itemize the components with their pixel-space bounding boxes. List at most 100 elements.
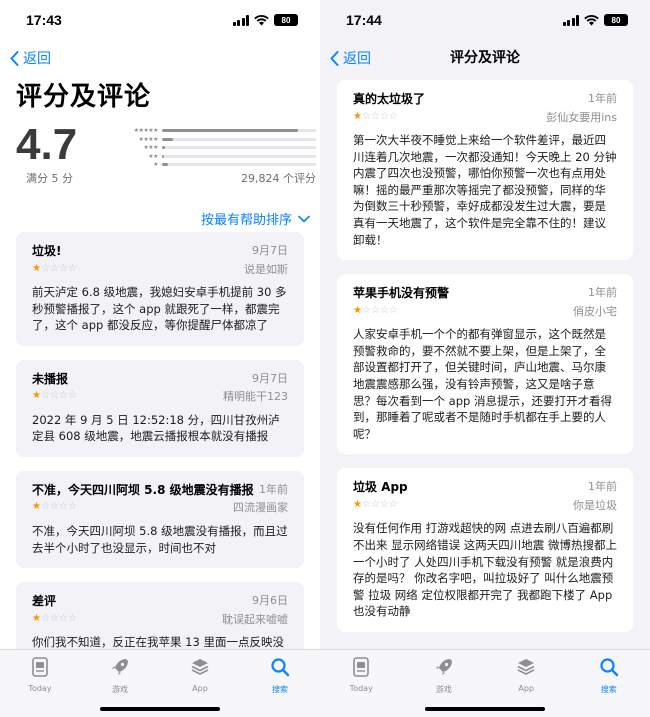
chevron-left-icon	[10, 50, 19, 66]
nav-bar: 返回 评分及评论	[320, 40, 650, 74]
review-card[interactable]: 垃圾 App 1年前 ★ ☆ ☆ ☆ ☆ 你是垃圾 没有任何作用 打游戏超快的网 点进去刷八百遍…	[337, 468, 633, 632]
review-header: 真的太垃圾了 1年前	[353, 90, 617, 107]
review-author: 说是如斯	[244, 262, 288, 276]
star-filled-icon: ★	[32, 612, 41, 624]
star-empty-icon: ☆	[361, 304, 371, 316]
review-date: 9月7日	[252, 371, 288, 385]
star-empty-icon: ☆	[67, 262, 77, 274]
star-empty-icon: ☆	[40, 501, 50, 513]
back-button[interactable]: 返回	[10, 48, 51, 68]
tab-label: 游戏	[435, 685, 452, 694]
rating-out-of: 满分 5 分	[26, 172, 73, 185]
review-author: 耽误起来嘘嘘	[222, 612, 288, 626]
wifi-icon	[584, 14, 599, 25]
review-stars: ★ ☆ ☆ ☆ ☆	[353, 111, 398, 123]
rating-bar-track	[162, 163, 316, 166]
review-author: 俏皮小宅	[573, 304, 617, 318]
star-empty-icon: ☆	[58, 262, 68, 274]
status-bar: 17:43 80	[0, 0, 320, 40]
tab-bar: Today 游戏 App 搜索	[320, 649, 650, 717]
review-title: 垃圾!	[32, 244, 62, 258]
review-meta: ★ ☆ ☆ ☆ ☆ 四流漫画家	[32, 500, 288, 515]
battery-icon: 80	[274, 14, 298, 26]
rating-score: 4.7	[16, 120, 78, 169]
rating-bar-track	[162, 129, 316, 132]
review-date: 1年前	[259, 482, 288, 496]
star-empty-icon: ☆	[58, 612, 68, 624]
rating-bar-row: ★	[126, 161, 316, 168]
review-date: 9月7日	[252, 244, 288, 257]
review-header: 垃圾 App 1年前	[353, 478, 617, 495]
back-label: 返回	[23, 51, 51, 67]
review-card[interactable]: 垃圾! 9月7日 ★ ☆ ☆ ☆ ☆ 说是如斯 前天泸定 6.8 级地震，我媳妇安卓手机提前 3…	[16, 232, 304, 346]
rating-bar-row: ★★★★★	[126, 127, 316, 134]
rocket-icon	[433, 656, 455, 682]
review-date: 1年前	[588, 92, 617, 105]
review-stars: ★ ☆ ☆ ☆ ☆	[32, 390, 77, 402]
star-empty-icon: ☆	[40, 262, 50, 274]
search-icon	[598, 656, 620, 682]
review-stars: ★ ☆ ☆ ☆ ☆	[353, 305, 398, 317]
star-empty-icon: ☆	[388, 110, 398, 122]
rating-bar-row: ★★	[126, 153, 316, 160]
review-stars: ★ ☆ ☆ ☆ ☆	[353, 499, 398, 511]
review-card[interactable]: 不准，今天四川阿坝 5.8 级地震没有播报 1年前 ★ ☆ ☆ ☆ ☆ 四流漫画家 不准，今天四…	[16, 470, 304, 569]
tab-label: 游戏	[112, 685, 128, 694]
rating-bar-stars-icon: ★★★	[143, 144, 158, 151]
star-empty-icon: ☆	[49, 501, 59, 513]
cellular-signal-icon	[562, 14, 579, 26]
tab-搜索[interactable]: 搜索	[579, 656, 639, 717]
tab-today[interactable]: Today	[10, 656, 70, 717]
review-title: 差评	[32, 594, 57, 609]
home-indicator	[425, 707, 545, 711]
review-title: 苹果手机没有预警	[353, 286, 450, 301]
review-header: 差评 9月6日	[32, 592, 288, 609]
review-card[interactable]: 未播报 9月7日 ★ ☆ ☆ ☆ ☆ 精明能干123 2022 年 9 月 5 日 12:52:…	[16, 359, 304, 457]
star-empty-icon: ☆	[370, 304, 380, 316]
sort-button[interactable]: 按最有帮助排序	[201, 209, 310, 228]
review-body: 不准，今天四川阿坝 5.8 级地震没有播报，而且过去半个小时了也没显示，时间也不…	[32, 523, 288, 555]
star-filled-icon: ★	[32, 262, 41, 274]
review-meta: ★ ☆ ☆ ☆ ☆ 彭仙女要用ins	[353, 109, 617, 124]
star-empty-icon: ☆	[49, 612, 59, 624]
chevron-down-icon	[298, 215, 310, 222]
review-body: 没有任何作用 打游戏超快的网 点进去刷八百遍都刷不出来 显示网络错误 这两天四川…	[353, 521, 617, 619]
rating-bar-stars-icon: ★★★★	[138, 135, 158, 143]
star-empty-icon: ☆	[388, 498, 398, 510]
battery-icon: 80	[604, 14, 628, 26]
review-body: 第一次大半夜不睡觉上来给一个软件差评，最近四川连着几次地震，一次都没通知！今天晚…	[353, 133, 617, 247]
review-list: 真的太垃圾了 1年前 ★ ☆ ☆ ☆ ☆ 彭仙女要用ins 第一次大半夜不睡觉上来给一个软件差评…	[337, 80, 633, 646]
apps-stack-icon	[515, 656, 537, 682]
tab-label: 搜索	[600, 685, 617, 694]
rating-bar-stars-icon: ★★★★★	[133, 127, 159, 134]
status-time: 17:43	[26, 12, 62, 28]
tab-today[interactable]: Today	[331, 656, 391, 717]
cellular-signal-icon	[232, 14, 249, 26]
review-list: 垃圾! 9月7日 ★ ☆ ☆ ☆ ☆ 说是如斯 前天泸定 6.8 级地震，我媳妇安卓手机提前 3…	[16, 232, 304, 677]
star-empty-icon: ☆	[49, 390, 59, 402]
star-empty-icon: ☆	[67, 501, 77, 513]
rocket-icon	[109, 656, 131, 682]
review-stars: ★ ☆ ☆ ☆ ☆	[32, 613, 77, 625]
tab-label: App	[192, 684, 208, 693]
review-title: 未播报	[32, 371, 69, 386]
star-empty-icon: ☆	[40, 612, 50, 624]
review-card[interactable]: 真的太垃圾了 1年前 ★ ☆ ☆ ☆ ☆ 彭仙女要用ins 第一次大半夜不睡觉上来给一个软件差评…	[337, 80, 633, 261]
rating-bar-row: ★★★	[126, 144, 316, 151]
status-bar: 17:44 80	[320, 0, 650, 40]
review-title: 真的太垃圾了	[353, 92, 426, 106]
status-icons: 80	[562, 14, 628, 26]
review-header: 苹果手机没有预警 1年前	[353, 284, 617, 301]
review-meta: ★ ☆ ☆ ☆ ☆ 俏皮小宅	[353, 303, 617, 318]
page-title: 评分及评论	[16, 82, 152, 112]
star-empty-icon: ☆	[58, 501, 68, 513]
tab-label: App	[518, 684, 535, 693]
sort-label: 按最有帮助排序	[200, 213, 292, 228]
back-button[interactable]: 返回	[330, 48, 371, 68]
rating-bar-track	[162, 146, 316, 149]
rating-bar-track	[162, 137, 316, 141]
review-card[interactable]: 苹果手机没有预警 1年前 ★ ☆ ☆ ☆ ☆ 俏皮小宅 人家安卓手机一个个的都有弹窗显示，这个既…	[337, 274, 633, 455]
tab-搜索[interactable]: 搜索	[250, 656, 310, 717]
today-icon	[350, 656, 372, 682]
rating-bar-fill	[162, 163, 169, 166]
